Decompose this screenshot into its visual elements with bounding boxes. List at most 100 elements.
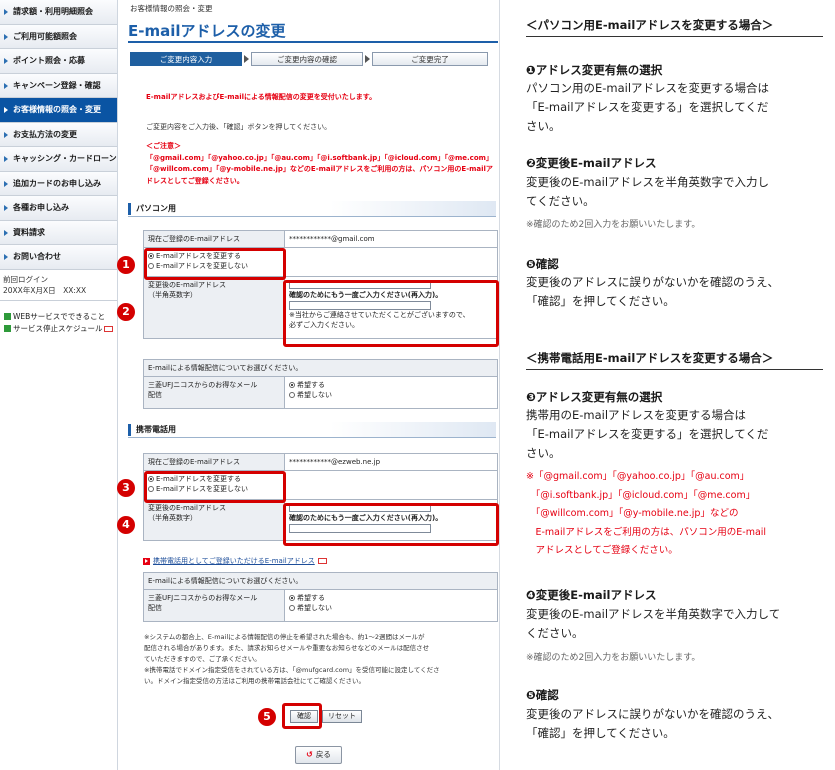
pc-new-email-sublabel: （半角英数字） bbox=[148, 291, 197, 299]
sidebar-item-points[interactable]: ポイント照会・応募 bbox=[0, 49, 117, 74]
pc-step-5-line: 変更後のアドレスに誤りがないかを確認のうえ、 bbox=[526, 275, 779, 289]
pc-new-email-confirm-input[interactable] bbox=[289, 301, 431, 310]
pc-current-email-value: ************@gmail.com bbox=[289, 235, 375, 243]
reset-button[interactable]: リセット bbox=[322, 710, 362, 723]
pc-info-yes-label: 希望する bbox=[297, 381, 325, 389]
mobile-step-4-line: 変更後のE-mailアドレスを半角英数字で入力して bbox=[526, 607, 781, 621]
pc-info-yes[interactable]: 希望する bbox=[289, 380, 493, 390]
sidebar-item-customer-info[interactable]: お客様情報の照会・変更 bbox=[0, 98, 117, 123]
service-schedule-link[interactable]: サービス停止スケジュール bbox=[0, 323, 117, 335]
intro-instruction: ご変更内容をご入力後、「確認」ボタンを押してください。 bbox=[146, 123, 332, 131]
sidebar-item-payment-method[interactable]: お支払方法の変更 bbox=[0, 122, 117, 147]
sidebar-item-campaign[interactable]: キャンペーン登録・確認 bbox=[0, 73, 117, 98]
pc-step-1-line: さい。 bbox=[526, 119, 561, 133]
pc-radio-change-label: E-mailアドレスを変更する bbox=[156, 252, 241, 260]
pc-contact-note: ※当社からご連絡させていただくことがございますので、 bbox=[289, 311, 470, 319]
mobile-new-email-sublabel: （半角英数字） bbox=[148, 514, 197, 522]
mobile-info-no-label: 希望しない bbox=[297, 604, 332, 612]
mobile-new-email-row: 変更後のE-mailアドレス （半角英数字） 確認のためにもう一度ご入力ください… bbox=[144, 500, 497, 540]
mobile-confirm-note: 確認のためにもう一度ご入力ください(再入力)。 bbox=[289, 514, 443, 522]
mobile-current-email-row: 現在ご登録のE-mailアドレス ************@ezweb.ne.j… bbox=[144, 454, 497, 471]
radio-empty-icon bbox=[148, 263, 154, 269]
radio-empty-icon bbox=[289, 605, 295, 611]
arrow-right-icon bbox=[143, 557, 150, 565]
pc-step-1-line: 「E-mailアドレスを変更する」を選択してくだ bbox=[526, 100, 769, 114]
mobile-step-3-body: 携帯用のE-mailアドレスを変更する場合は 「E-mailアドレスを変更する」… bbox=[526, 406, 831, 463]
mobile-step-4-note: ※確認のため2回入力をお願いいたします。 bbox=[526, 653, 701, 663]
pc-new-email-input[interactable] bbox=[289, 280, 431, 289]
bullet-icon bbox=[4, 325, 11, 332]
mobile-new-email-confirm-input[interactable] bbox=[289, 524, 431, 533]
caution-title: ＜ご注意＞ bbox=[146, 142, 181, 150]
sidebar-item-additional-card[interactable]: 追加カードのお申し込み bbox=[0, 171, 117, 196]
mobile-warning-line: アドレスとしてご登録ください。 bbox=[526, 545, 678, 556]
progress-steps: ご変更内容入力 ご変更内容の確認 ご変更完了 bbox=[130, 52, 496, 66]
mobile-explain-heading: ＜携帯電話用E-mailアドレスを変更する場合＞ bbox=[526, 350, 823, 370]
mobile-step-5-title: ❺確認 bbox=[526, 688, 559, 702]
mobile-step-3-line: 携帯用のE-mailアドレスを変更する場合は bbox=[526, 408, 747, 422]
mobile-info-yes-label: 希望する bbox=[297, 594, 325, 602]
pc-step-2-line: 変更後のE-mailアドレスを半角英数字で入力し bbox=[526, 175, 770, 189]
mobile-radio-change[interactable]: E-mailアドレスを変更する bbox=[148, 474, 281, 484]
annotation-badge-1: 1 bbox=[117, 256, 135, 274]
mobile-email-table: 現在ご登録のE-mailアドレス ************@ezweb.ne.j… bbox=[143, 453, 498, 541]
sidebar-item-contact[interactable]: お問い合わせ bbox=[0, 245, 117, 270]
back-button[interactable]: ↺ 戻る bbox=[295, 746, 342, 764]
mobile-info-label: 三菱UFJニコスからのお得なメール bbox=[148, 594, 258, 602]
pc-radio-keep[interactable]: E-mailアドレスを変更しない bbox=[148, 261, 281, 271]
mobile-step-5-line: 変更後のアドレスに誤りがないかを確認のうえ、 bbox=[526, 707, 779, 721]
caution-line: ドレスとしてご登録ください。 bbox=[146, 176, 244, 185]
sidebar-item-documents[interactable]: 資料請求 bbox=[0, 220, 117, 245]
pc-email-table: 現在ご登録のE-mailアドレス ************@gmail.com … bbox=[143, 230, 498, 339]
pc-info-header: E-mailによる情報配信についてお選びください。 bbox=[144, 360, 497, 377]
pc-current-email-row: 現在ご登録のE-mailアドレス ************@gmail.com bbox=[144, 231, 497, 248]
sidebar-item-cashing[interactable]: キャッシング・カードローン bbox=[0, 147, 117, 172]
sidebar-item-billing[interactable]: 請求額・利用明細照会 bbox=[0, 0, 117, 25]
new-window-icon bbox=[317, 558, 327, 564]
annotation-badge-3: 3 bbox=[117, 479, 135, 497]
annotation-badge-5: 5 bbox=[258, 708, 276, 726]
mobile-radio-keep[interactable]: E-mailアドレスを変更しない bbox=[148, 484, 281, 494]
pc-new-email-label: 変更後のE-mailアドレス bbox=[148, 281, 226, 289]
mobile-radio-change-label: E-mailアドレスを変更する bbox=[156, 475, 241, 483]
web-services-link[interactable]: WEBサービスでできること bbox=[0, 311, 117, 323]
mobile-allowed-address-link[interactable]: 携帯電話用としてご登録いただけるE-mailアドレス bbox=[143, 556, 327, 566]
radio-selected-icon bbox=[148, 253, 154, 259]
mobile-info-yes[interactable]: 希望する bbox=[289, 593, 493, 603]
mobile-info-no[interactable]: 希望しない bbox=[289, 603, 493, 613]
mobile-new-email-input[interactable] bbox=[289, 503, 431, 512]
web-services-link-label: WEBサービスでできること bbox=[13, 311, 106, 321]
note-line: い。ドメイン指定受信の方法はご利用の携帯電話会社にてご確認ください。 bbox=[144, 677, 365, 685]
main-form-panel: お客様情報の照会・変更 E-mailアドレスの変更 ご変更内容入力 ご変更内容の… bbox=[118, 0, 500, 770]
pc-info-no[interactable]: 希望しない bbox=[289, 390, 493, 400]
pc-step-5-line: 「確認」を押してください。 bbox=[526, 294, 675, 308]
mobile-section-heading: 携帯電話用 bbox=[128, 422, 496, 438]
pc-radio-change[interactable]: E-mailアドレスを変更する bbox=[148, 251, 281, 261]
pc-current-email-label: 現在ご登録のE-mailアドレス bbox=[144, 231, 285, 247]
caution-box: ＜ご注意＞ 「@gmail.com」「@yahoo.co.jp」「@au.com… bbox=[146, 141, 496, 187]
last-login-time: 20XX年X月X日 XX:XX bbox=[3, 285, 87, 295]
pc-explain-heading: ＜パソコン用E-mailアドレスを変更する場合＞ bbox=[526, 17, 823, 37]
bullet-icon bbox=[4, 313, 11, 320]
mobile-warning-line: ※「@gmail.com」「@yahoo.co.jp」「@au.com」 bbox=[526, 471, 750, 482]
step-arrow-icon bbox=[365, 55, 370, 63]
sidebar-item-available-amount[interactable]: ご利用可能額照会 bbox=[0, 24, 117, 49]
step-confirm: ご変更内容の確認 bbox=[251, 52, 363, 66]
mobile-step-4-title: ❹変更後E-mailアドレス bbox=[526, 588, 657, 602]
step-arrow-icon bbox=[244, 55, 249, 63]
pc-contact-note-2: 必ずご入力ください。 bbox=[289, 321, 359, 329]
mobile-radio-keep-label: E-mailアドレスを変更しない bbox=[156, 485, 248, 493]
mobile-allowed-address-link-label: 携帯電話用としてご登録いただけるE-mailアドレス bbox=[153, 557, 315, 565]
mobile-new-email-label: 変更後のE-mailアドレス bbox=[148, 504, 226, 512]
mobile-step-3-title: ❸アドレス変更有無の選択 bbox=[526, 390, 663, 404]
explanation-panel: ＜パソコン用E-mailアドレスを変更する場合＞ ❶アドレス変更有無の選択 パソ… bbox=[500, 0, 835, 770]
service-schedule-link-label: サービス停止スケジュール bbox=[13, 323, 103, 333]
pc-info-label: 三菱UFJニコスからのお得なメール bbox=[148, 381, 258, 389]
title-divider bbox=[128, 41, 498, 43]
pc-step-1-line: パソコン用のE-mailアドレスを変更する場合は bbox=[526, 81, 770, 95]
mobile-step-4-line: ください。 bbox=[526, 626, 584, 640]
sidebar-item-applications[interactable]: 各種お申し込み bbox=[0, 196, 117, 221]
mobile-step-3-line: さい。 bbox=[526, 446, 561, 460]
confirm-button[interactable]: 確認 bbox=[290, 710, 318, 723]
pc-info-table: E-mailによる情報配信についてお選びください。 三菱UFJニコスからのお得な… bbox=[143, 359, 498, 409]
